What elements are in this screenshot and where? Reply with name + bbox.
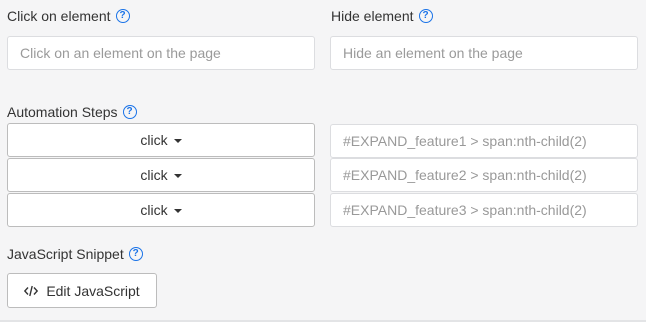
click-element-label: Click on element — [7, 8, 111, 24]
caret-down-icon — [173, 174, 182, 178]
help-icon[interactable]: ? — [418, 9, 433, 23]
hide-element-label: Hide element — [331, 8, 414, 24]
step-action-dropdown[interactable]: click — [7, 123, 315, 157]
click-element-input[interactable] — [7, 36, 315, 70]
help-icon[interactable]: ? — [128, 247, 143, 261]
caret-down-icon — [173, 209, 182, 213]
step-action-label: click — [140, 167, 168, 183]
javascript-snippet-label: JavaScript Snippet — [7, 246, 124, 262]
hide-element-label-row: Hide element ? — [331, 7, 433, 25]
help-icon[interactable]: ? — [122, 105, 137, 119]
code-icon — [24, 285, 39, 297]
hide-element-input[interactable] — [330, 36, 638, 70]
edit-javascript-label: Edit JavaScript — [46, 282, 140, 299]
step-selector-input[interactable] — [330, 124, 638, 158]
caret-down-icon — [173, 139, 182, 143]
automation-settings-panel: Click on element ? Hide element ? Automa… — [0, 0, 646, 322]
step-action-dropdown[interactable]: click — [7, 158, 315, 192]
step-action-label: click — [140, 132, 168, 148]
step-action-label: click — [140, 202, 168, 218]
step-selector-input[interactable] — [330, 158, 638, 192]
click-element-label-row: Click on element ? — [7, 7, 130, 25]
step-selector-input[interactable] — [330, 193, 638, 227]
help-icon[interactable]: ? — [115, 9, 130, 23]
javascript-snippet-label-row: JavaScript Snippet ? — [7, 245, 143, 263]
edit-javascript-button[interactable]: Edit JavaScript — [7, 273, 157, 308]
automation-steps-label-row: Automation Steps ? — [7, 103, 137, 121]
automation-steps-label: Automation Steps — [7, 104, 118, 120]
step-action-dropdown[interactable]: click — [7, 193, 315, 227]
